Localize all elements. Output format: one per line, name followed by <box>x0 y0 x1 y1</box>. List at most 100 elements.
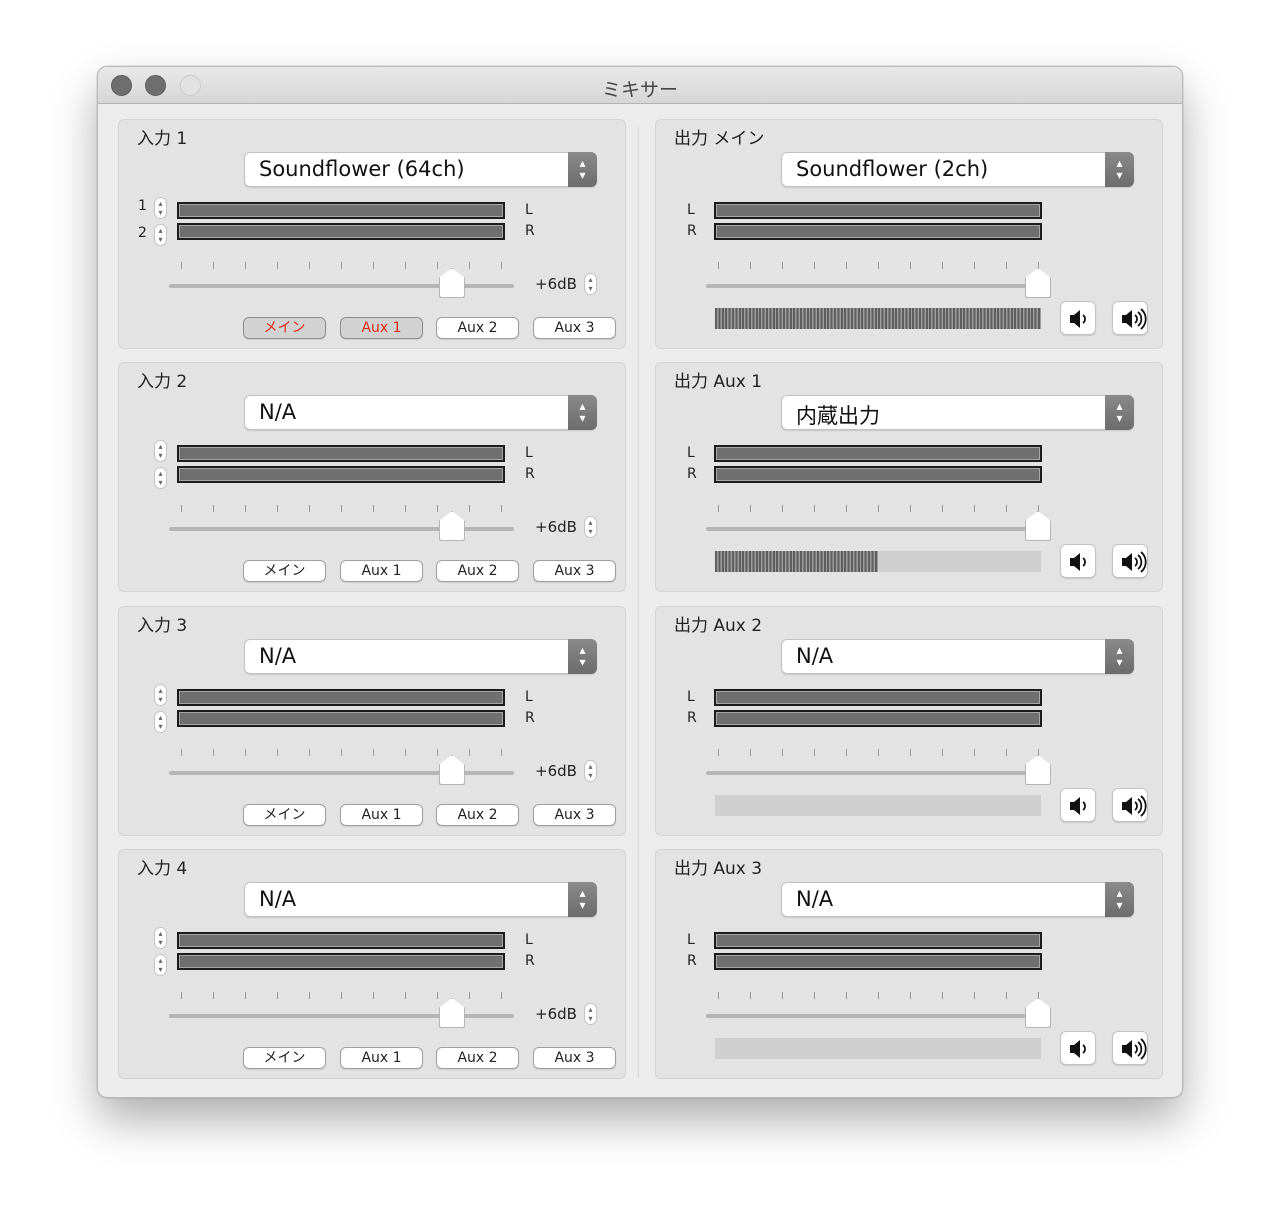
output-device-value: Soundflower (2ch) <box>796 157 989 181</box>
slider-tick <box>181 505 182 512</box>
meter-right <box>177 710 505 727</box>
volume-down-button[interactable] <box>1060 1031 1096 1065</box>
route-button-4[interactable]: Aux 3 <box>533 560 616 582</box>
gain-slider-knob[interactable] <box>438 268 465 298</box>
slider-ticks <box>181 992 502 1000</box>
meter-left <box>714 689 1042 706</box>
output-device-select[interactable]: N/A ▴ ▾ <box>781 639 1134 674</box>
route-button-1[interactable]: メイン <box>243 317 326 339</box>
output-volume-track[interactable] <box>706 771 1038 775</box>
slider-ticks <box>718 992 1039 1000</box>
slider-tick <box>181 992 182 999</box>
channel-1-stepper[interactable]: ▴ ▾ <box>154 440 167 462</box>
channel-2-stepper[interactable]: ▴ ▾ <box>154 711 167 733</box>
left-channel-label: L <box>687 202 695 218</box>
slider-tick <box>974 992 975 999</box>
input-device-value: N/A <box>259 400 297 424</box>
input-device-select[interactable]: N/A ▴ ▾ <box>244 882 597 917</box>
route-button-2[interactable]: Aux 1 <box>340 1047 423 1069</box>
gain-stepper[interactable]: ▴ ▾ <box>584 516 597 538</box>
volume-up-button[interactable] <box>1112 544 1148 578</box>
output-device-value: N/A <box>796 887 834 911</box>
gain-value: +6dB <box>535 1005 577 1023</box>
volume-up-button[interactable] <box>1112 788 1148 822</box>
input-device-value: N/A <box>259 887 297 911</box>
output-device-value: N/A <box>796 644 834 668</box>
route-button-2[interactable]: Aux 1 <box>340 560 423 582</box>
input-panel-2: 入力 2 N/A ▴ ▾ ▴ ▾ ▴ ▾ L R +6dB ▴ ▾ メイン Aux 1 Aux 2 Aux 3 <box>118 362 626 592</box>
volume-down-button[interactable] <box>1060 544 1096 578</box>
channel-1-stepper[interactable]: ▴ ▾ <box>154 927 167 949</box>
right-channel-label: R <box>687 223 697 239</box>
route-button-4[interactable]: Aux 3 <box>533 804 616 826</box>
route-button-2[interactable]: Aux 1 <box>340 317 423 339</box>
route-button-4[interactable]: Aux 3 <box>533 317 616 339</box>
volume-up-button[interactable] <box>1112 301 1148 335</box>
output-device-select[interactable]: 内蔵出力 ▴ ▾ <box>781 395 1134 430</box>
route-button-1[interactable]: メイン <box>243 560 326 582</box>
left-channel-label: L <box>687 689 695 705</box>
slider-ticks <box>718 262 1039 270</box>
output-volume-track[interactable] <box>706 527 1038 531</box>
volume-down-button[interactable] <box>1060 301 1096 335</box>
input-device-select[interactable]: Soundflower (64ch) ▴ ▾ <box>244 152 597 187</box>
meter-left <box>177 202 505 219</box>
slider-tick <box>469 262 470 269</box>
slider-tick <box>437 992 438 999</box>
slider-tick <box>942 749 943 756</box>
slider-tick <box>373 262 374 269</box>
route-button-3[interactable]: Aux 2 <box>436 560 519 582</box>
output-volume-knob[interactable] <box>1025 755 1051 785</box>
slider-tick <box>341 749 342 756</box>
input-device-select[interactable]: N/A ▴ ▾ <box>244 395 597 430</box>
meter-left <box>714 445 1042 462</box>
output-volume-knob[interactable] <box>1025 268 1051 298</box>
meter-left <box>714 932 1042 949</box>
left-channel-label: L <box>525 932 533 948</box>
slider-tick <box>1006 505 1007 512</box>
slider-tick <box>1038 262 1039 269</box>
channel-1-stepper[interactable]: ▴ ▾ <box>154 684 167 706</box>
slider-tick <box>846 262 847 269</box>
channel-2-stepper[interactable]: ▴ ▾ <box>154 224 167 246</box>
route-button-2[interactable]: Aux 1 <box>340 804 423 826</box>
channel-1-stepper[interactable]: ▴ ▾ <box>154 197 167 219</box>
meter-right <box>177 223 505 240</box>
output-device-select[interactable]: Soundflower (2ch) ▴ ▾ <box>781 152 1134 187</box>
gain-slider-knob[interactable] <box>438 755 465 785</box>
output-volume-track[interactable] <box>706 1014 1038 1018</box>
route-button-4[interactable]: Aux 3 <box>533 1047 616 1069</box>
output-device-select[interactable]: N/A ▴ ▾ <box>781 882 1134 917</box>
slider-tick <box>341 992 342 999</box>
slider-tick <box>1006 262 1007 269</box>
route-button-1[interactable]: メイン <box>243 804 326 826</box>
chevron-up-down-icon: ▴ ▾ <box>568 882 597 917</box>
slider-tick <box>277 262 278 269</box>
gain-slider-knob[interactable] <box>438 511 465 541</box>
gain-slider-knob[interactable] <box>438 998 465 1028</box>
volume-down-button[interactable] <box>1060 788 1096 822</box>
output-volume-track[interactable] <box>706 284 1038 288</box>
output-title: 出力 Aux 2 <box>674 616 763 636</box>
output-volume-knob[interactable] <box>1025 998 1051 1028</box>
slider-tick <box>245 262 246 269</box>
slider-tick <box>309 749 310 756</box>
gain-stepper[interactable]: ▴ ▾ <box>584 760 597 782</box>
column-divider <box>638 127 639 1077</box>
route-button-1[interactable]: メイン <box>243 1047 326 1069</box>
channel-2-stepper[interactable]: ▴ ▾ <box>154 467 167 489</box>
right-channel-label: R <box>687 953 697 969</box>
gain-stepper[interactable]: ▴ ▾ <box>584 1003 597 1025</box>
output-volume-knob[interactable] <box>1025 511 1051 541</box>
route-button-3[interactable]: Aux 2 <box>436 804 519 826</box>
route-button-3[interactable]: Aux 2 <box>436 1047 519 1069</box>
input-device-value: Soundflower (64ch) <box>259 157 465 181</box>
chevron-up-down-icon: ▴ ▾ <box>1105 639 1134 674</box>
slider-tick <box>814 749 815 756</box>
gain-stepper[interactable]: ▴ ▾ <box>584 273 597 295</box>
route-button-3[interactable]: Aux 2 <box>436 317 519 339</box>
volume-up-button[interactable] <box>1112 1031 1148 1065</box>
channel-2-stepper[interactable]: ▴ ▾ <box>154 954 167 976</box>
input-device-select[interactable]: N/A ▴ ▾ <box>244 639 597 674</box>
right-channel-label: R <box>687 710 697 726</box>
